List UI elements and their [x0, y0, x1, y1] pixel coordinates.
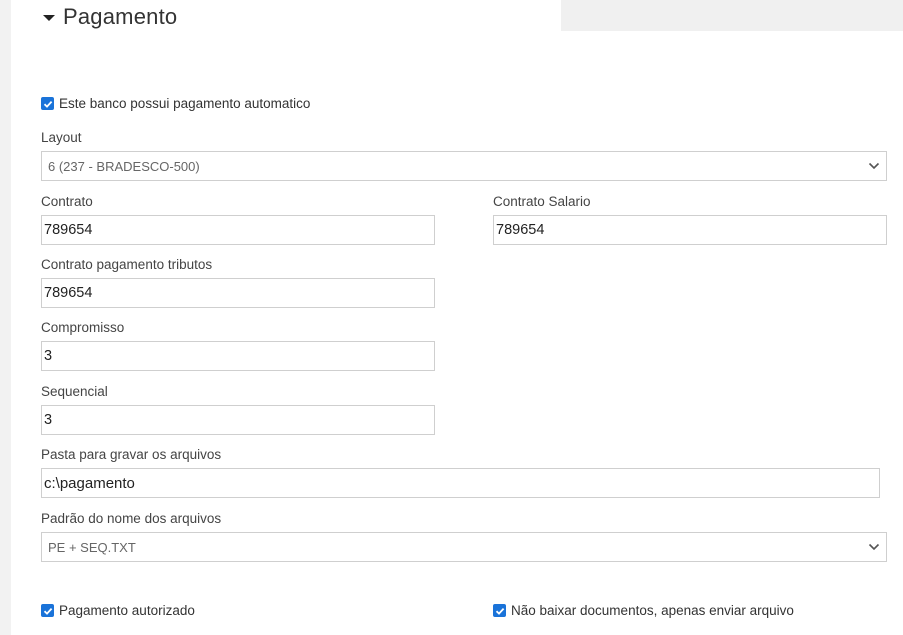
compromisso-input[interactable]	[41, 341, 435, 371]
nao-baixar-checkbox-row[interactable]: Não baixar documentos, apenas enviar arq…	[493, 603, 794, 618]
chevron-down-icon	[868, 162, 880, 170]
pagamento-autorizado-label: Pagamento autorizado	[59, 603, 195, 618]
auto-payment-checkbox[interactable]	[41, 97, 54, 110]
pagamento-autorizado-checkbox-row[interactable]: Pagamento autorizado	[41, 603, 195, 618]
pasta-label: Pasta para gravar os arquivos	[41, 447, 222, 462]
auto-payment-label: Este banco possui pagamento automatico	[59, 96, 311, 111]
contrato-salario-label: Contrato Salario	[493, 194, 591, 209]
checkmark-icon	[495, 607, 504, 615]
chevron-down-icon	[868, 543, 880, 551]
nao-baixar-label: Não baixar documentos, apenas enviar arq…	[511, 603, 794, 618]
padrao-nome-select[interactable]: PE + SEQ.TXT	[41, 532, 887, 562]
compromisso-label: Compromisso	[41, 320, 125, 335]
contrato-tributos-input[interactable]	[41, 278, 435, 308]
header-strip	[561, 0, 903, 31]
nao-baixar-checkbox[interactable]	[493, 604, 506, 617]
checkmark-icon	[43, 100, 52, 108]
section-title: Pagamento	[63, 4, 178, 29]
caret-down-icon[interactable]	[43, 15, 55, 21]
padrao-nome-select-value: PE + SEQ.TXT	[48, 539, 136, 555]
layout-label: Layout	[41, 130, 82, 145]
sequencial-label: Sequencial	[41, 384, 108, 399]
sequencial-input[interactable]	[41, 405, 435, 435]
auto-payment-checkbox-row[interactable]: Este banco possui pagamento automatico	[41, 96, 310, 111]
pasta-input[interactable]	[41, 468, 880, 498]
contrato-input[interactable]	[41, 215, 435, 245]
pagamento-autorizado-checkbox[interactable]	[41, 604, 54, 617]
contrato-label: Contrato	[41, 194, 93, 209]
padrao-nome-label: Padrão do nome dos arquivos	[41, 511, 222, 526]
section-header-pagamento[interactable]: Pagamento	[43, 2, 177, 32]
contrato-tributos-label: Contrato pagamento tributos	[41, 257, 213, 272]
checkmark-icon	[43, 607, 52, 615]
layout-select[interactable]: 6 (237 - BRADESCO-500)	[41, 151, 887, 181]
layout-select-value: 6 (237 - BRADESCO-500)	[48, 158, 200, 174]
contrato-salario-input[interactable]	[493, 215, 887, 245]
